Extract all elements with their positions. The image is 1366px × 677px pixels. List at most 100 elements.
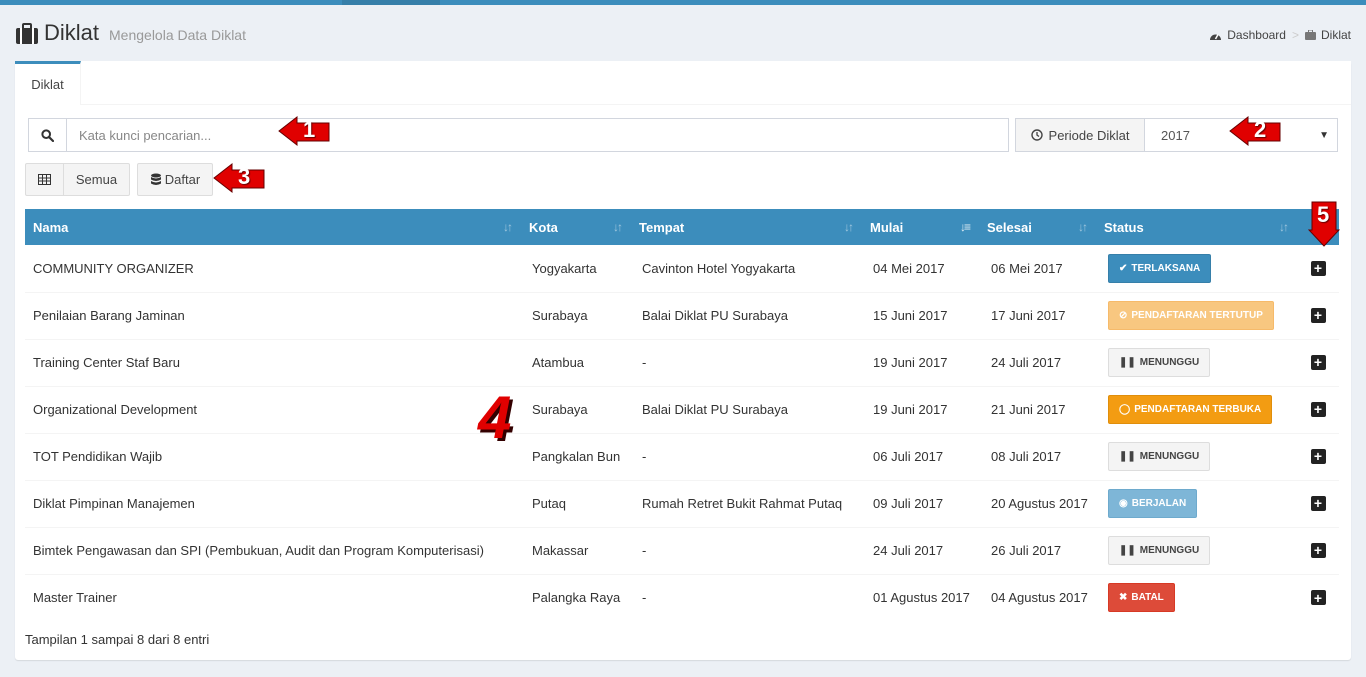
daftar-button[interactable]: Daftar [137,163,213,196]
active-nav-segment[interactable] [342,0,440,5]
table-row: COMMUNITY ORGANIZER Yogyakarta Cavinton … [25,245,1339,292]
cell-action: + [1297,291,1339,339]
expand-plus-icon[interactable]: + [1310,542,1326,558]
callout-2: 2 [1228,114,1282,148]
table-header-row: Nama ↓↑ Kota ↓↑ Tempat ↓↑ Mulai ↓≡ Selesai ↓↑… [25,209,1339,245]
cell-selesai: 24 Juli 2017 [979,338,1096,386]
play-circle-icon: ◉ [1119,498,1128,509]
column-header-status[interactable]: Status ↓↑ [1096,209,1297,245]
cell-status: ❚❚ MENUNGGU [1096,526,1297,574]
column-header-nama[interactable]: Nama ↓↑ [25,209,521,245]
search-input[interactable] [67,118,1009,152]
table-row: Penilaian Barang Jaminan Surabaya Balai … [25,291,1339,339]
page-title: Diklat [44,20,100,45]
cell-nama: COMMUNITY ORGANIZER [33,260,194,276]
table-row: Training Center Staf Baru Atambua - 19 J… [25,338,1339,386]
periode-group: Periode Diklat 2017 ▼ [1015,118,1338,152]
cell-action: + [1297,479,1339,527]
expand-plus-icon[interactable]: + [1310,401,1326,417]
cell-kota: Palangka Raya [521,573,631,621]
expand-plus-icon[interactable]: + [1310,495,1326,511]
cell-status: ✖ BATAL [1096,573,1297,621]
column-header-tempat[interactable]: Tempat ↓↑ [631,209,862,245]
cell-action: + [1297,432,1339,480]
table-row: Diklat Pimpinan Manajemen Putaq Rumah Re… [25,479,1339,527]
breadcrumb-dashboard[interactable]: Dashboard [1227,28,1286,42]
cell-nama: Diklat Pimpinan Manajemen [25,479,521,527]
semua-button[interactable]: Semua [63,163,130,196]
cell-kota: Makassar [521,526,631,574]
search-group [28,118,1009,152]
cell-selesai: 21 Juni 2017 [979,385,1096,433]
grid-view-button[interactable] [25,163,64,196]
tab-diklat[interactable]: Diklat [15,61,81,105]
breadcrumb: Dashboard > Diklat [1209,28,1351,42]
cell-status: ⊘ PENDAFTARAN TERTUTUP [1096,291,1297,339]
cell-kota: Yogyakarta [532,260,597,276]
cell-mulai: 06 Juli 2017 [862,432,979,480]
cell-nama: Penilaian Barang Jaminan [25,291,521,339]
column-header-mulai[interactable]: Mulai ↓≡ [862,209,979,245]
callout-1: 1 [277,114,331,148]
callout-5: 5 [1308,200,1340,248]
table-row: Bimtek Pengawasan dan SPI (Pembukuan, Au… [25,526,1339,574]
cell-action: + [1297,526,1339,574]
breadcrumb-separator: > [1291,28,1299,42]
status-badge[interactable]: ❚❚ MENUNGGU [1108,442,1211,471]
cell-selesai: 20 Agustus 2017 [979,479,1096,527]
cell-selesai: 04 Agustus 2017 [979,573,1096,621]
expand-plus-icon[interactable]: + [1310,307,1326,323]
pause-icon: ❚❚ [1119,357,1136,368]
page-subtitle: Mengelola Data Diklat [109,27,246,43]
cell-nama: TOT Pendidikan Wajib [25,432,521,480]
status-badge[interactable]: ❚❚ MENUNGGU [1108,348,1211,377]
expand-plus-icon[interactable]: + [1310,448,1326,464]
daftar-label: Daftar [164,172,201,187]
table-row: Master Trainer Palangka Raya - 01 Agustu… [25,573,1339,621]
sort-icon: ↓↑ [1078,220,1088,234]
periode-label: Periode Diklat [1048,127,1130,143]
table-info: Tampilan 1 sampai 8 dari 8 entri [25,632,210,647]
cell-mulai: 04 Mei 2017 [873,260,945,276]
cell-nama: Training Center Staf Baru [25,338,521,386]
cell-kota: Putaq [521,479,631,527]
diklat-table: Nama ↓↑ Kota ↓↑ Tempat ↓↑ Mulai ↓≡ Selesai ↓↑… [25,209,1339,621]
sort-icon: ↓↑ [844,220,854,234]
status-badge[interactable]: ⊘ PENDAFTARAN TERTUTUP [1108,301,1274,330]
status-badge[interactable]: ❚❚ MENUNGGU [1108,536,1211,565]
sort-asc-icon: ↓≡ [959,220,971,234]
status-badge[interactable]: ✔ TERLAKSANA [1108,253,1212,283]
cell-action: + [1297,338,1339,386]
cell-action: + [1297,573,1339,621]
cell-mulai: 19 Juni 2017 [862,385,979,433]
expand-plus-icon[interactable]: + [1310,590,1326,605]
column-header-selesai[interactable]: Selesai ↓↑ [979,209,1096,245]
cell-kota: Surabaya [521,385,631,433]
table-row: TOT Pendidikan Wajib Pangkalan Bun - 06 … [25,432,1339,480]
expand-plus-icon[interactable]: + [1310,354,1326,370]
status-badge[interactable]: ✖ BATAL [1108,583,1175,613]
top-navbar [0,0,1366,5]
sort-icon: ↓↑ [613,220,623,234]
column-header-kota[interactable]: Kota ↓↑ [521,209,631,245]
cell-kota: Atambua [521,338,631,386]
expand-plus-icon[interactable]: + [1310,260,1326,276]
cell-mulai: 19 Juni 2017 [862,338,979,386]
callout-number: 1 [303,117,316,142]
times-icon: ✖ [1119,592,1128,604]
cell-action: + [1297,245,1339,292]
callout-number: 4 [478,384,512,451]
table-row: Organizational Development Surabaya Bala… [25,385,1339,433]
cell-nama: Bimtek Pengawasan dan SPI (Pembukuan, Au… [25,526,521,574]
breadcrumb-diklat: Diklat [1320,28,1351,42]
status-badge[interactable]: ◉ BERJALAN [1108,489,1198,518]
database-icon [150,173,162,186]
status-badge[interactable]: ◯ PENDAFTARAN TERBUKA [1108,395,1273,424]
callout-number: 5 [1317,202,1330,227]
dashboard-icon [1209,30,1222,41]
cell-tempat: Rumah Retret Bukit Rahmat Putaq [631,479,862,527]
cell-mulai: 24 Juli 2017 [862,526,979,574]
cell-status: ◉ BERJALAN [1096,479,1297,527]
cell-mulai: 15 Juni 2017 [862,291,979,339]
pause-icon: ❚❚ [1119,545,1136,556]
